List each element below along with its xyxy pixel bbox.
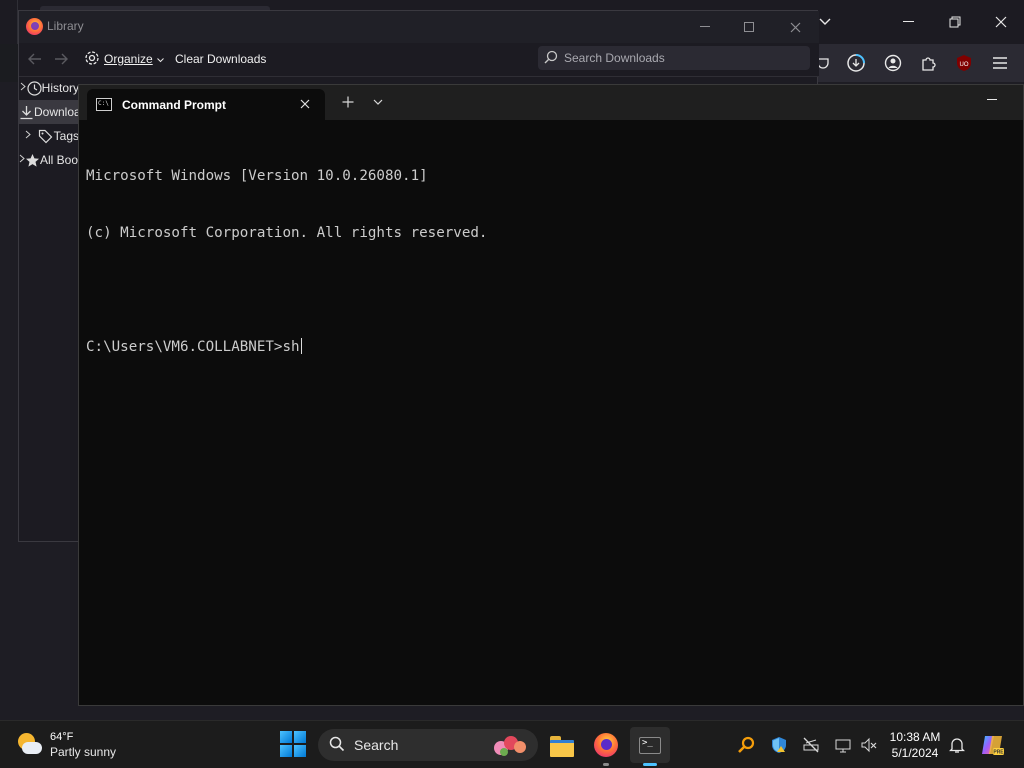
terminal-line: (c) Microsoft Corporation. All rights re… [86, 225, 488, 241]
terminal-window[interactable]: Command Prompt Microsoft Windows [Versio… [78, 84, 1024, 706]
clock-date: 5/1/2024 [891, 746, 939, 760]
security-shield-icon[interactable] [768, 734, 790, 756]
weather-widget[interactable]: 64°F Partly sunny [16, 729, 116, 761]
download-icon [19, 105, 34, 120]
menu-hamburger-icon[interactable] [989, 52, 1011, 74]
network-disconnected-icon[interactable] [800, 734, 822, 756]
weather-description: Partly sunny [50, 745, 117, 759]
tree-item-all-bookmarks[interactable]: All Bookmarks [19, 148, 79, 172]
search-icon [329, 736, 345, 755]
ublock-origin-icon[interactable]: UO [953, 52, 975, 74]
new-tab-plus-icon[interactable] [339, 93, 357, 111]
tab-title: Command Prompt [122, 97, 227, 112]
organize-button[interactable]: Organize [84, 48, 164, 70]
tag-icon [38, 129, 54, 144]
start-button[interactable] [280, 731, 306, 757]
weather-temperature: 64°F [50, 731, 74, 743]
firefox-taskbar-button[interactable] [586, 727, 626, 766]
tree-item-history[interactable]: History [19, 76, 79, 100]
terminal-line: Microsoft Windows [Version 10.0.26080.1] [86, 168, 428, 184]
volume-muted-icon[interactable] [858, 734, 880, 756]
terminal-taskbar-button[interactable] [630, 727, 670, 766]
terminal-tabbar: Command Prompt [79, 85, 1023, 120]
account-icon[interactable] [882, 52, 904, 74]
terminal-minimize-button[interactable] [981, 91, 1003, 109]
file-explorer-taskbar-button[interactable] [542, 727, 582, 763]
firefox-restore-button[interactable] [932, 6, 978, 38]
copilot-icon[interactable]: PRE [980, 733, 1004, 757]
library-minimize-button[interactable] [694, 17, 716, 37]
text-cursor [300, 338, 302, 354]
search-icon [544, 50, 558, 67]
expand-chevron-icon[interactable] [19, 82, 27, 94]
firefox-close-button[interactable] [978, 6, 1024, 38]
firefox-logo-icon [26, 18, 43, 35]
svg-text:PRE: PRE [993, 750, 1004, 756]
search-label: Search [354, 737, 399, 753]
tab-command-prompt[interactable]: Command Prompt [87, 89, 325, 120]
tree-item-downloads[interactable]: Downloads [19, 100, 79, 124]
gear-icon [84, 50, 100, 69]
library-maximize-button[interactable] [738, 17, 760, 37]
downloads-progress-icon[interactable] [845, 52, 867, 74]
svg-text:UO: UO [960, 62, 969, 68]
tree-item-tags[interactable]: Tags [19, 124, 79, 148]
terminal-icon [639, 736, 661, 754]
command-prompt-icon [96, 98, 112, 111]
library-titlebar: Library [19, 11, 819, 43]
star-icon [25, 153, 40, 168]
taskbar-search-box[interactable]: Search [318, 729, 538, 761]
firefox-icon [594, 733, 618, 757]
tree-item-label: Downloads [34, 105, 79, 119]
folder-icon [550, 736, 574, 757]
search-highlight-flowers-icon [492, 733, 528, 757]
partly-sunny-icon [16, 732, 42, 758]
back-arrow-icon[interactable] [26, 50, 44, 68]
chevron-down-icon [156, 52, 164, 66]
tree-item-label: Tags [53, 129, 79, 143]
display-icon[interactable] [832, 734, 854, 756]
tree-item-label: All Bookmarks [40, 153, 79, 167]
taskbar: 64°F Partly sunny Search >_ 10:38 AM 5/1… [0, 720, 1024, 768]
clock-icon [27, 80, 42, 96]
organize-label: Organize [104, 52, 153, 66]
tab-dropdown-chevron-icon[interactable] [369, 93, 387, 111]
terminal-output[interactable]: Microsoft Windows [Version 10.0.26080.1]… [86, 129, 1006, 395]
expand-chevron-icon[interactable] [19, 130, 38, 142]
search-magnifier-tray-icon[interactable] [735, 734, 757, 756]
search-downloads-field[interactable] [538, 46, 810, 70]
terminal-prompt-text: C:\Users\VM6.COLLABNET>sh [86, 339, 300, 355]
system-clock[interactable]: 10:38 AM 5/1/2024 [884, 729, 946, 761]
tree-item-label: History [41, 81, 79, 95]
firefox-minimize-button[interactable] [886, 6, 932, 38]
library-close-button[interactable] [784, 17, 806, 37]
extensions-icon[interactable] [918, 52, 940, 74]
forward-arrow-icon[interactable] [52, 50, 70, 68]
firefox-tabstrip-edge [0, 0, 18, 44]
clock-time: 10:38 AM [889, 730, 941, 744]
notification-bell-icon[interactable] [946, 734, 968, 756]
clear-downloads-button[interactable]: Clear Downloads [175, 52, 266, 66]
close-tab-icon[interactable] [297, 95, 313, 113]
search-downloads-input[interactable] [564, 51, 804, 65]
terminal-prompt-line[interactable]: C:\Users\VM6.COLLABNET>sh [86, 338, 1006, 357]
library-title: Library [47, 19, 84, 33]
